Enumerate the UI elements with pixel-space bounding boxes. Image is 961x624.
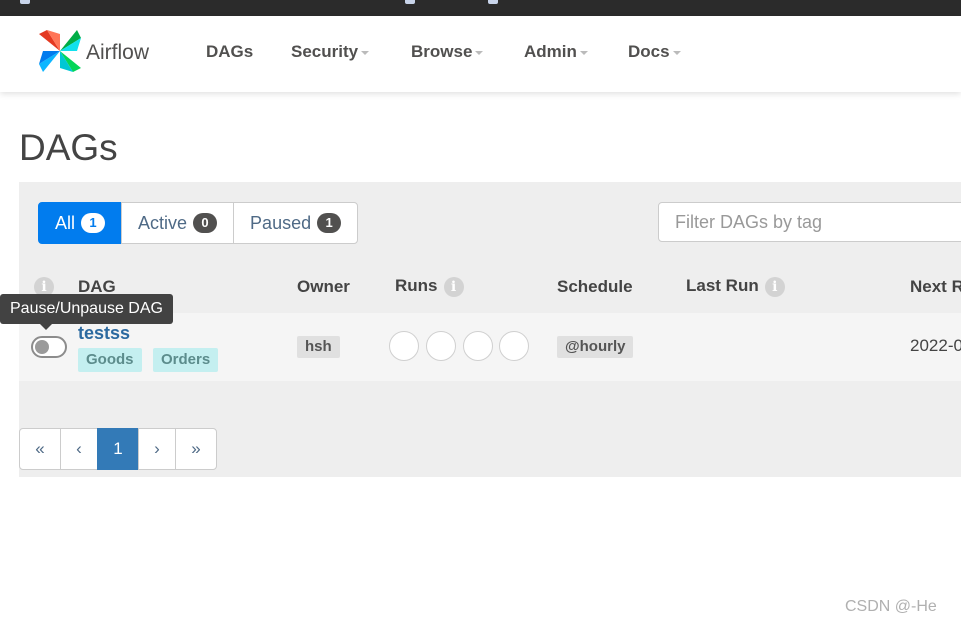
dag-id-link[interactable]: testss: [78, 323, 130, 344]
nav-dags-label: DAGs: [206, 42, 254, 61]
run-state-circle[interactable]: [463, 331, 493, 361]
nav-browse[interactable]: Browse: [411, 42, 484, 62]
os-top-bar: [0, 0, 961, 16]
dag-tag[interactable]: Goods: [78, 348, 142, 372]
nav-security[interactable]: Security: [291, 42, 370, 62]
run-state-circle[interactable]: [499, 331, 529, 361]
header-last-run-label: Last Run: [686, 276, 759, 295]
tag-filter-input[interactable]: [658, 202, 961, 242]
tab-all-count-badge: 1: [81, 213, 106, 233]
run-state-circle[interactable]: [426, 331, 456, 361]
header-runs-label: Runs: [395, 276, 438, 295]
first-page-button[interactable]: «: [19, 428, 61, 470]
header-schedule[interactable]: Schedule: [557, 277, 633, 297]
tab-paused[interactable]: Paused 1: [233, 202, 359, 244]
caret-down-icon: [672, 50, 681, 55]
watermark: CSDN @-He: [845, 598, 937, 615]
header-runs: Runs i: [395, 276, 464, 297]
pagination: « ‹ 1 › »: [19, 428, 217, 470]
header-owner[interactable]: Owner: [297, 277, 350, 297]
last-page-button[interactable]: »: [175, 428, 217, 470]
header-next-run[interactable]: Next R: [910, 277, 961, 297]
header-last-run: Last Run i: [686, 276, 785, 297]
dag-tag[interactable]: Orders: [153, 348, 219, 372]
navbar: Airflow DAGs Security Browse Admin Docs: [0, 16, 961, 92]
window-icon: [488, 0, 498, 4]
tab-all[interactable]: All 1: [38, 202, 123, 244]
tab-all-label: All: [55, 212, 76, 233]
tab-paused-label: Paused: [250, 212, 312, 233]
airflow-logo-icon[interactable]: [37, 28, 83, 74]
tab-active-label: Active: [138, 212, 188, 233]
nav-security-label: Security: [291, 42, 359, 61]
pause-toggle[interactable]: [31, 336, 67, 358]
status-filter-tabs: All 1 Active 0 Paused 1: [38, 202, 359, 244]
brand-name[interactable]: Airflow: [86, 41, 149, 65]
caret-down-icon: [579, 50, 588, 55]
page-1-button[interactable]: 1: [97, 428, 139, 470]
window-icon: [20, 0, 30, 4]
tab-active-count-badge: 0: [193, 213, 218, 233]
run-state-circle[interactable]: [389, 331, 419, 361]
pause-tooltip: Pause/Unpause DAG: [0, 294, 173, 330]
tab-paused-count-badge: 1: [317, 213, 342, 233]
next-run-value: 2022-0: [910, 336, 961, 355]
schedule-label[interactable]: @hourly: [557, 336, 634, 358]
nav-docs-label: Docs: [628, 42, 670, 61]
caret-down-icon: [361, 50, 370, 55]
nav-admin-label: Admin: [524, 42, 577, 61]
nav-admin[interactable]: Admin: [524, 42, 588, 62]
info-icon[interactable]: i: [443, 276, 464, 297]
toggle-knob: [35, 340, 49, 354]
nav-docs[interactable]: Docs: [628, 42, 681, 62]
caret-down-icon: [475, 50, 484, 55]
window-icon: [405, 0, 415, 4]
owner-label: hsh: [297, 336, 340, 358]
nav-dags[interactable]: DAGs: [206, 42, 253, 62]
tab-active[interactable]: Active 0: [121, 202, 235, 244]
next-page-button[interactable]: ›: [138, 428, 176, 470]
nav-browse-label: Browse: [411, 42, 473, 61]
info-icon[interactable]: i: [764, 276, 785, 297]
prev-page-button[interactable]: ‹: [60, 428, 98, 470]
page-title: DAGs: [19, 127, 118, 168]
